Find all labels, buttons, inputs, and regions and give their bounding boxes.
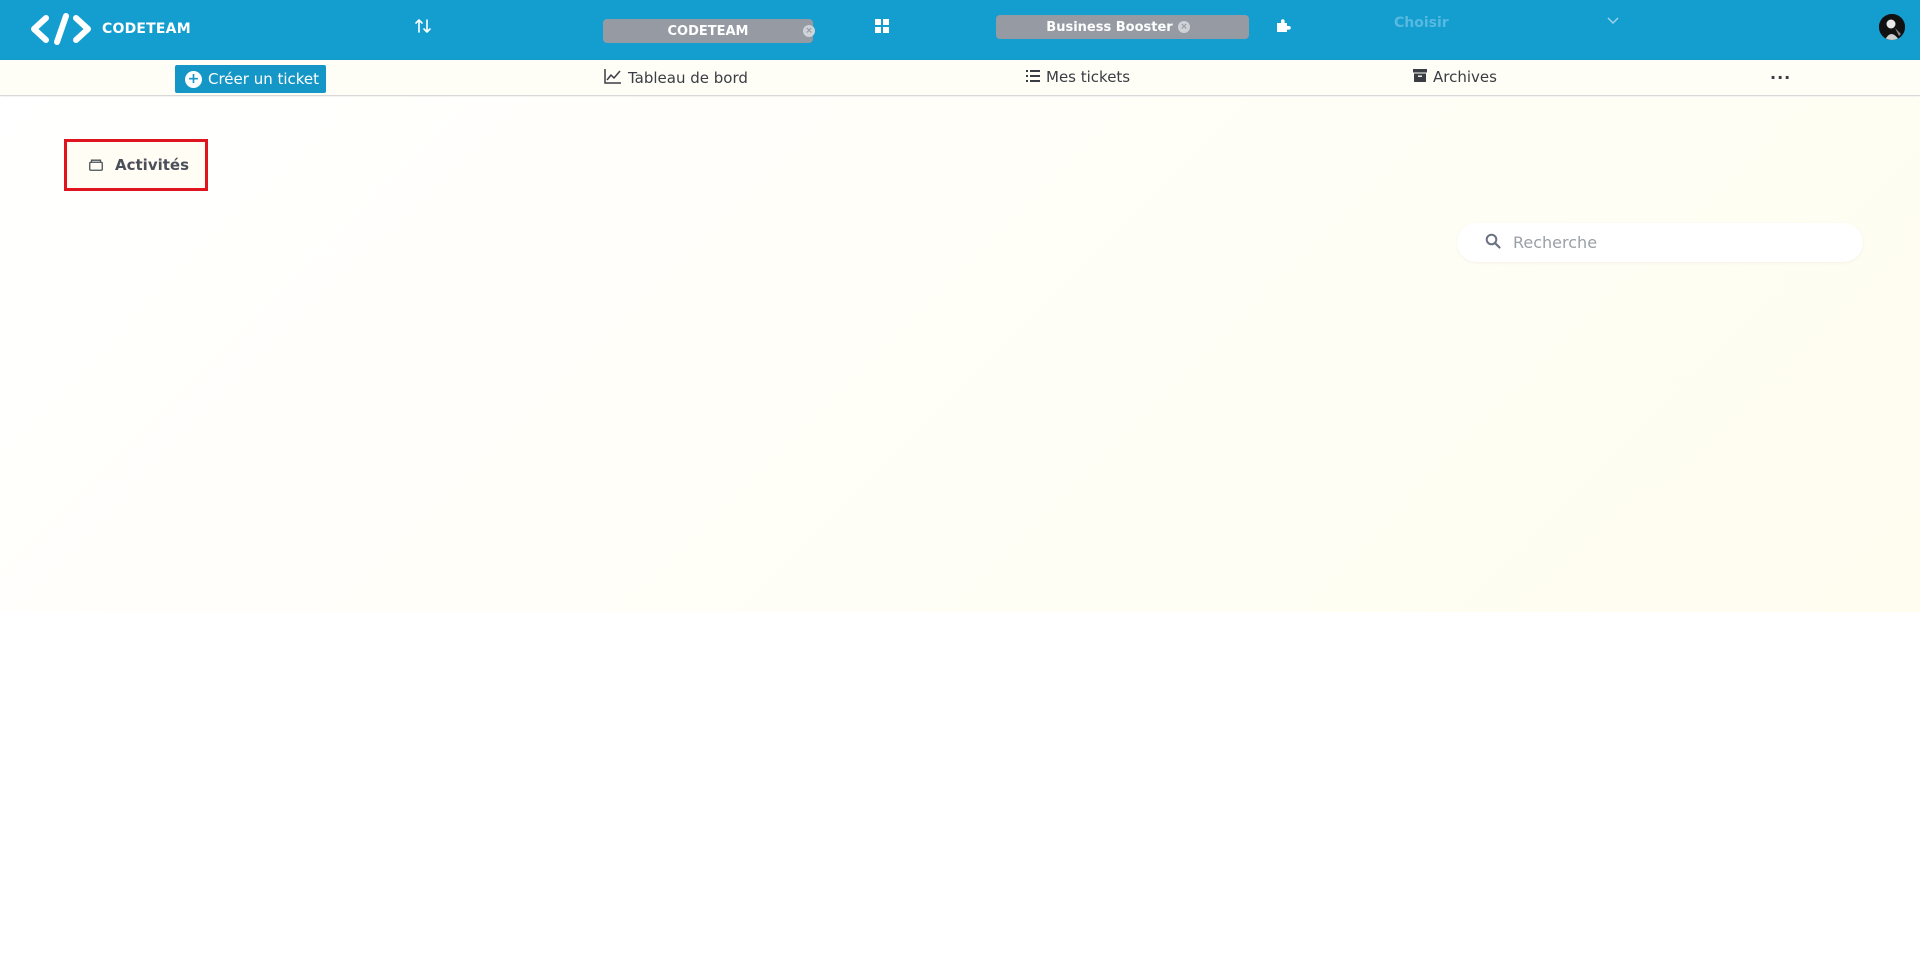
- folder-icon: [89, 156, 103, 175]
- search-bar: [1457, 223, 1863, 262]
- secondary-nav: + Créer un ticket Tableau de bord Mes ti…: [0, 60, 1920, 96]
- select-label: Choisir: [1394, 15, 1449, 31]
- list-icon: [1026, 68, 1040, 86]
- tab-activities[interactable]: Activités: [64, 139, 208, 191]
- nav-dashboard-label: Tableau de bord: [628, 69, 748, 87]
- workspace-remove-icon[interactable]: ×: [803, 25, 815, 37]
- top-header: CODETEAM CODETEAM × Business Booster × C…: [0, 0, 1920, 60]
- puzzle-icon[interactable]: [1271, 14, 1295, 38]
- search-input[interactable]: [1511, 232, 1841, 253]
- nav-archives-label: Archives: [1433, 68, 1497, 86]
- search-icon: [1485, 233, 1501, 253]
- select-dropdown[interactable]: Choisir: [1330, 12, 1630, 36]
- archive-box-icon: [1413, 68, 1427, 86]
- brand[interactable]: CODETEAM: [30, 12, 191, 46]
- workspace-pill[interactable]: CODETEAM ×: [603, 19, 815, 43]
- nav-my-tickets[interactable]: Mes tickets: [1026, 68, 1130, 86]
- brand-name: CODETEAM: [102, 21, 191, 37]
- code-logo-icon: [30, 12, 92, 46]
- tab-activities-label: Activités: [115, 156, 190, 174]
- nav-archives[interactable]: Archives: [1413, 68, 1497, 86]
- chevron-down-icon: [1606, 12, 1620, 31]
- chart-line-icon: [604, 68, 622, 88]
- workspace-pill-label: CODETEAM: [667, 23, 749, 39]
- more-options-icon[interactable]: ···: [1770, 68, 1791, 87]
- sort-arrows-icon[interactable]: [411, 14, 435, 38]
- project-remove-icon[interactable]: ×: [1178, 21, 1190, 33]
- project-pill-label: Business Booster: [1046, 19, 1173, 35]
- nav-dashboard[interactable]: Tableau de bord: [604, 68, 748, 88]
- avatar[interactable]: [1879, 14, 1905, 40]
- main-content: Activités: [0, 97, 1920, 612]
- create-ticket-label: Créer un ticket: [208, 70, 320, 88]
- create-ticket-button[interactable]: + Créer un ticket: [175, 65, 326, 93]
- plus-circle-icon: +: [185, 70, 202, 88]
- grid-icon[interactable]: [870, 14, 894, 38]
- project-pill[interactable]: Business Booster ×: [996, 15, 1249, 39]
- nav-my-tickets-label: Mes tickets: [1046, 68, 1131, 86]
